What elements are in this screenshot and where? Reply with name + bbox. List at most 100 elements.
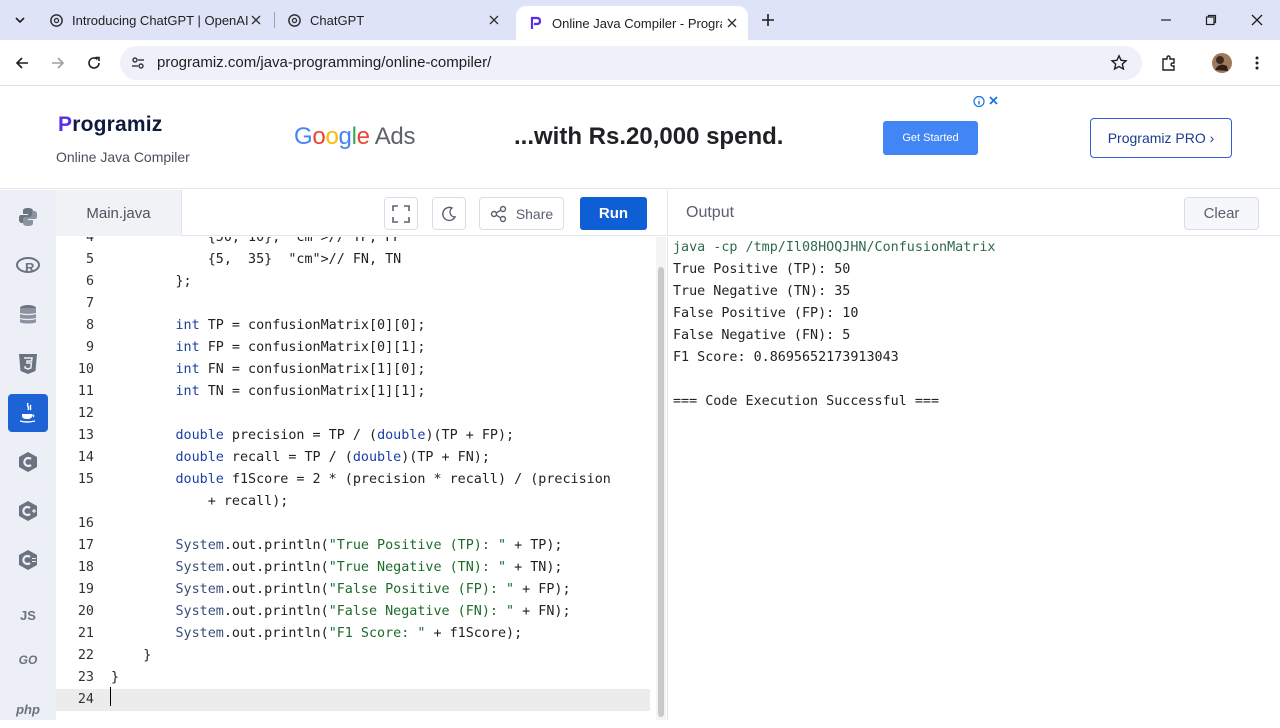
sidebar-item-c[interactable] (8, 443, 48, 481)
tab-online-java-compiler[interactable]: Online Java Compiler - Programiz (516, 6, 748, 40)
code-line[interactable]: 20 System.out.println("False Negative (F… (56, 601, 650, 623)
code-line[interactable]: 18 System.out.println("True Negative (TN… (56, 557, 650, 579)
dark-mode-button[interactable] (432, 197, 466, 230)
share-button[interactable]: Share (479, 197, 564, 230)
tab-search-button[interactable] (8, 8, 32, 32)
arrow-left-icon (15, 57, 28, 69)
restore-button[interactable] (1199, 8, 1223, 32)
code-line[interactable]: 19 System.out.println("False Positive (F… (56, 579, 650, 601)
close-icon[interactable] (486, 12, 502, 28)
reload-button[interactable] (82, 51, 106, 75)
line-number: 16 (77, 516, 94, 531)
code-line[interactable]: 22 } (56, 645, 650, 667)
file-tab-main-java[interactable]: Main.java (56, 190, 182, 236)
sidebar-item-csharp[interactable] (8, 541, 48, 579)
programiz-pro-button[interactable]: Programiz PRO › (1090, 118, 1232, 158)
scrollbar-thumb[interactable] (658, 267, 664, 717)
editor-scrollbar[interactable] (656, 237, 666, 720)
code-text: int TN = confusionMatrix[1][1]; (175, 384, 426, 399)
code-line[interactable]: 9 int FP = confusionMatrix[0][1]; (56, 337, 650, 359)
html5-icon (19, 354, 37, 374)
minimize-button[interactable] (1154, 8, 1178, 32)
code-line[interactable]: 12 (56, 403, 650, 425)
ad-get-started-button[interactable]: Get Started (883, 121, 978, 155)
address-bar[interactable]: programiz.com/java-programming/online-co… (120, 46, 1142, 80)
code-line[interactable]: 24 (56, 689, 650, 711)
output-line: True Negative (TN): 35 (673, 284, 851, 299)
profile-avatar[interactable] (1210, 51, 1234, 75)
code-line[interactable]: 17 System.out.println("True Positive (TP… (56, 535, 650, 557)
code-line[interactable]: 11 int TN = confusionMatrix[1][1]; (56, 381, 650, 403)
line-number: 15 (77, 472, 94, 487)
sidebar-item-sql[interactable] (8, 296, 48, 334)
php-icon: php (16, 701, 40, 717)
code-text: double recall = TP / (double)(TP + FN); (175, 450, 490, 465)
code-line[interactable]: 5 {5, 35} "cm">// FN, TN (56, 249, 650, 271)
output-console[interactable]: java -cp /tmp/Il08HOQJHN/ConfusionMatrix… (667, 237, 1280, 720)
code-line[interactable]: 4 {50, 10}, "cm">// TP, FP (56, 237, 650, 249)
back-button[interactable] (10, 51, 34, 75)
output-line: False Positive (FP): 10 (673, 306, 859, 321)
adchoices-icon[interactable] (973, 95, 999, 111)
close-icon[interactable] (248, 12, 264, 28)
svg-text:R: R (25, 260, 35, 275)
bookmark-star-icon[interactable] (1110, 54, 1128, 77)
avatar-icon (1212, 53, 1232, 73)
restore-icon (1205, 14, 1217, 26)
more-vertical-icon (1255, 56, 1259, 70)
close-window-button[interactable] (1245, 8, 1269, 32)
programiz-logo[interactable]: Programiz (58, 113, 163, 137)
code-line[interactable]: 15 double f1Score = 2 * (precision * rec… (56, 469, 650, 491)
browser-menu-button[interactable] (1245, 51, 1269, 75)
java-icon (19, 402, 36, 423)
code-line[interactable]: 6 }; (56, 271, 650, 293)
code-line[interactable]: 23} (56, 667, 650, 689)
sidebar-item-cpp[interactable] (8, 492, 48, 530)
line-number: 6 (85, 274, 94, 289)
code-text: int TP = confusionMatrix[0][0]; (175, 318, 426, 333)
tab-title: ChatGPT (310, 12, 365, 28)
forward-button[interactable] (46, 51, 70, 75)
run-button[interactable]: Run (580, 197, 647, 230)
code-line[interactable]: 14 double recall = TP / (double)(TP + FN… (56, 447, 650, 469)
new-tab-button[interactable] (756, 8, 780, 32)
code-line[interactable]: + recall); (56, 491, 650, 513)
line-number: 12 (77, 406, 94, 421)
code-editor[interactable]: 4 {50, 10}, "cm">// TP, FP 5 {5, 35} "cm"… (56, 237, 656, 720)
close-icon[interactable] (724, 15, 740, 31)
code-text: } (111, 648, 152, 663)
sidebar-item-php[interactable]: php (8, 690, 48, 728)
code-text: System.out.println("True Negative (TN): … (175, 560, 563, 575)
clear-button[interactable]: Clear (1184, 197, 1259, 230)
code-text: System.out.println("False Positive (FP):… (175, 582, 571, 597)
code-line[interactable]: 16 (56, 513, 650, 535)
sidebar-item-r[interactable]: R (8, 247, 48, 285)
database-icon (19, 305, 37, 324)
code-line[interactable]: 21 System.out.println("F1 Score: " + f1S… (56, 623, 650, 645)
sidebar-item-javascript[interactable]: JS (8, 596, 48, 634)
plus-icon (762, 14, 774, 26)
site-info-icon[interactable] (130, 55, 146, 76)
sidebar-item-html[interactable] (8, 345, 48, 383)
sidebar-item-go[interactable]: GO (8, 641, 48, 679)
c-icon (19, 452, 37, 472)
code-line[interactable]: 7 (56, 293, 650, 315)
moon-icon (442, 206, 457, 221)
line-number: 13 (77, 428, 94, 443)
line-number: 10 (77, 362, 94, 377)
tab-introducing-chatgpt[interactable]: Introducing ChatGPT | OpenAI (40, 6, 272, 34)
code-line[interactable]: 8 int TP = confusionMatrix[0][0]; (56, 315, 650, 337)
sidebar-item-java[interactable] (8, 394, 48, 432)
code-line[interactable]: 13 double precision = TP / (double)(TP +… (56, 425, 650, 447)
extensions-button[interactable] (1157, 51, 1181, 75)
output-line: === Code Execution Successful === (673, 394, 940, 409)
output-title: Output (686, 204, 735, 221)
code-text: System.out.println("F1 Score: " + f1Scor… (175, 626, 523, 641)
code-line[interactable]: 10 int FN = confusionMatrix[1][0]; (56, 359, 650, 381)
fullscreen-button[interactable] (384, 197, 418, 230)
tab-chatgpt[interactable]: ChatGPT (278, 6, 510, 34)
sidebar-item-python[interactable] (8, 198, 48, 236)
arrow-right-icon (52, 57, 65, 69)
line-number: 24 (77, 692, 94, 707)
javascript-icon: JS (20, 607, 36, 623)
